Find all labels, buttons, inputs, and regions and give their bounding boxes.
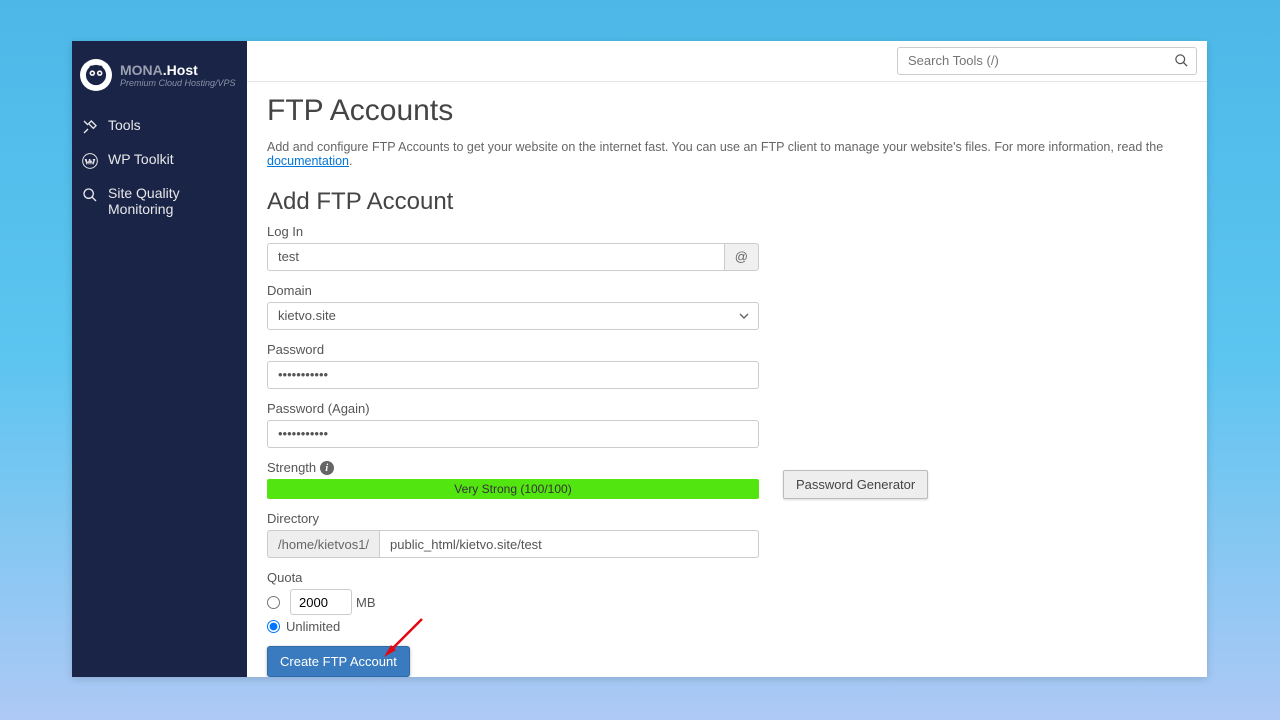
quota-label: Quota: [267, 570, 1187, 585]
sidebar-item-tools[interactable]: Tools: [72, 109, 247, 143]
search-input[interactable]: [897, 47, 1197, 75]
sidebar-item-label: Site Quality Monitoring: [108, 185, 237, 217]
domain-select[interactable]: kietvo.site: [267, 302, 759, 330]
password-generator-button[interactable]: Password Generator: [783, 470, 928, 499]
page-title: FTP Accounts: [267, 94, 1187, 128]
magnifier-icon: [82, 187, 98, 203]
quota-value-input[interactable]: [290, 589, 352, 615]
password-label: Password: [267, 342, 1187, 357]
sidebar: MONA.Host Premium Cloud Hosting/VPS Tool…: [72, 41, 247, 677]
main-panel: FTP Accounts Add and configure FTP Accou…: [247, 41, 1207, 677]
sidebar-item-wp-toolkit[interactable]: WP Toolkit: [72, 143, 247, 177]
strength-label: Strength i: [267, 460, 759, 476]
password-input[interactable]: [267, 361, 759, 389]
brand: MONA.Host Premium Cloud Hosting/VPS: [72, 59, 247, 109]
directory-prefix: /home/kietvos1/: [267, 530, 379, 558]
strength-bar: Very Strong (100/100): [267, 479, 759, 499]
form-heading: Add FTP Account: [267, 188, 1187, 216]
content: FTP Accounts Add and configure FTP Accou…: [247, 82, 1207, 677]
sidebar-item-label: WP Toolkit: [108, 151, 174, 167]
info-icon[interactable]: i: [320, 461, 334, 475]
quota-unlimited-label: Unlimited: [286, 619, 340, 634]
search-icon[interactable]: [1174, 53, 1189, 68]
brand-tagline: Premium Cloud Hosting/VPS: [120, 78, 236, 88]
at-addon: @: [725, 243, 759, 271]
brand-logo-icon: [80, 59, 112, 91]
domain-label: Domain: [267, 283, 1187, 298]
brand-name: MONA.Host: [120, 62, 236, 78]
login-input[interactable]: [267, 243, 725, 271]
create-ftp-account-button[interactable]: Create FTP Account: [267, 646, 410, 677]
quota-unlimited-radio[interactable]: [267, 620, 280, 633]
tools-icon: [82, 119, 98, 135]
login-label: Log In: [267, 224, 1187, 239]
quota-unit: MB: [356, 595, 376, 610]
directory-input[interactable]: [379, 530, 759, 558]
password-again-input[interactable]: [267, 420, 759, 448]
directory-label: Directory: [267, 511, 1187, 526]
sidebar-item-site-quality[interactable]: Site Quality Monitoring: [72, 177, 247, 225]
topbar: [247, 41, 1207, 82]
page-description: Add and configure FTP Accounts to get yo…: [267, 140, 1187, 168]
password-again-label: Password (Again): [267, 401, 1187, 416]
wordpress-icon: [82, 153, 98, 169]
search-wrap: [897, 47, 1197, 75]
quota-limited-radio[interactable]: [267, 596, 280, 609]
documentation-link[interactable]: documentation: [267, 154, 349, 168]
app-window: MONA.Host Premium Cloud Hosting/VPS Tool…: [72, 41, 1207, 677]
sidebar-item-label: Tools: [108, 117, 141, 133]
